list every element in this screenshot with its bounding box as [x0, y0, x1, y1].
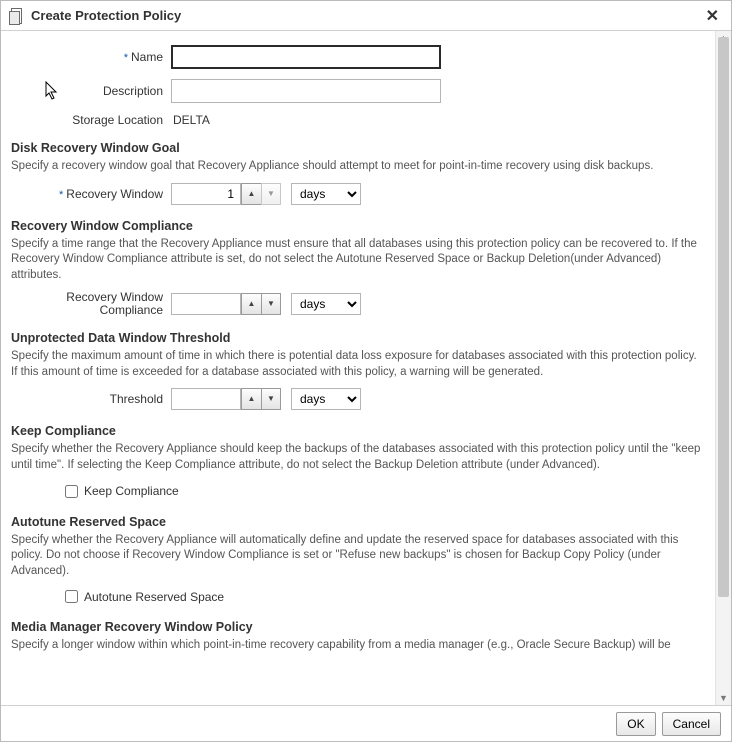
close-icon[interactable]: ✕ [702, 6, 723, 26]
autotune-heading: Autotune Reserved Space [11, 515, 705, 529]
disk-recovery-help: Specify a recovery window goal that Reco… [11, 159, 705, 175]
rw-compliance-spin-up[interactable]: ▲ [241, 293, 261, 315]
autotune-checkbox-label: Autotune Reserved Space [84, 590, 224, 604]
rw-compliance-spinner: ▲ ▼ [241, 293, 281, 315]
ok-button[interactable]: OK [616, 712, 655, 736]
recovery-window-unit-select[interactable]: days [291, 183, 361, 205]
storage-location-value: DELTA [171, 113, 210, 127]
dialog-titlebar: Create Protection Policy ✕ [1, 1, 731, 31]
recovery-window-spin-down[interactable]: ▼ [261, 183, 281, 205]
scroll-content: *Name Description Storage Location DELTA… [1, 31, 715, 705]
name-input[interactable] [171, 45, 441, 69]
cancel-button[interactable]: Cancel [662, 712, 721, 736]
threshold-spinner: ▲ ▼ [241, 388, 281, 410]
create-protection-policy-dialog: Create Protection Policy ✕ *Name Descrip… [0, 0, 732, 742]
rw-compliance-unit-select[interactable]: days [291, 293, 361, 315]
name-label: *Name [11, 50, 171, 64]
recovery-window-spin-up[interactable]: ▲ [241, 183, 261, 205]
dialog-footer: OK Cancel [1, 705, 731, 741]
autotune-help: Specify whether the Recovery Appliance w… [11, 533, 705, 580]
scroll-down-arrow-icon[interactable]: ▼ [716, 691, 731, 705]
keep-compliance-checkbox-label: Keep Compliance [84, 484, 179, 498]
unprotected-heading: Unprotected Data Window Threshold [11, 331, 705, 345]
autotune-checkbox[interactable] [65, 590, 78, 603]
storage-location-label: Storage Location [11, 113, 171, 127]
rw-compliance-label: Recovery Window Compliance [11, 291, 171, 317]
vertical-scrollbar[interactable]: ▲ ▼ [715, 31, 731, 705]
required-asterisk-icon: * [124, 52, 128, 64]
threshold-label: Threshold [11, 392, 171, 406]
unprotected-help: Specify the maximum amount of time in wh… [11, 349, 705, 380]
description-label: Description [11, 84, 171, 98]
threshold-spin-down[interactable]: ▼ [261, 388, 281, 410]
rw-compliance-spin-down[interactable]: ▼ [261, 293, 281, 315]
threshold-spin-up[interactable]: ▲ [241, 388, 261, 410]
rw-compliance-input[interactable] [171, 293, 241, 315]
media-mgr-help: Specify a longer window within which poi… [11, 638, 705, 654]
recovery-window-spinner: ▲ ▼ [241, 183, 281, 205]
dialog-title: Create Protection Policy [31, 8, 702, 23]
recovery-window-input[interactable] [171, 183, 241, 205]
dialog-body: *Name Description Storage Location DELTA… [1, 31, 731, 705]
recovery-window-label: *Recovery Window [11, 187, 171, 201]
required-asterisk-icon: * [59, 189, 63, 201]
description-input[interactable] [171, 79, 441, 103]
keep-compliance-heading: Keep Compliance [11, 424, 705, 438]
rw-compliance-help: Specify a time range that the Recovery A… [11, 237, 705, 284]
scroll-thumb[interactable] [718, 37, 729, 597]
keep-compliance-help: Specify whether the Recovery Appliance s… [11, 442, 705, 473]
threshold-unit-select[interactable]: days [291, 388, 361, 410]
rw-compliance-heading: Recovery Window Compliance [11, 219, 705, 233]
threshold-input[interactable] [171, 388, 241, 410]
keep-compliance-checkbox[interactable] [65, 485, 78, 498]
disk-recovery-heading: Disk Recovery Window Goal [11, 141, 705, 155]
media-mgr-heading: Media Manager Recovery Window Policy [11, 620, 705, 634]
document-icon [9, 8, 25, 24]
